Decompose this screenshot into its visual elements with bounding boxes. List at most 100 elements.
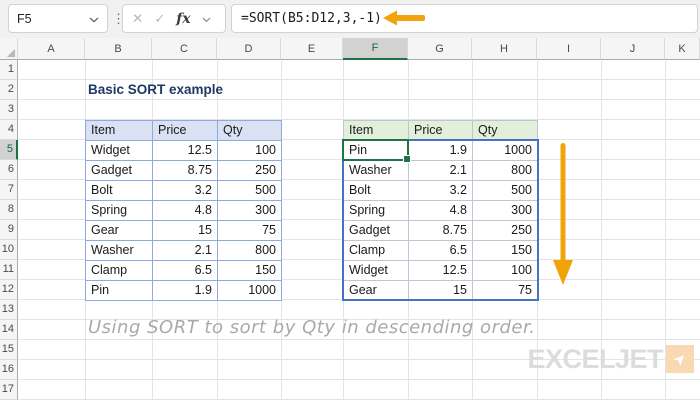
chevron-down-icon[interactable] [202, 10, 211, 28]
drag-handle-icon: ⋮ [112, 11, 125, 26]
row-header-10[interactable]: 10 [0, 240, 18, 260]
table-cell[interactable]: 4.8 [409, 201, 473, 221]
table-cell[interactable]: 75 [218, 221, 282, 241]
paper-plane-icon: ➤ [669, 348, 691, 370]
table-cell[interactable]: 2.1 [153, 241, 218, 261]
table-cell[interactable]: 1000 [473, 141, 538, 161]
column-header-d[interactable]: D [217, 38, 281, 60]
table-cell[interactable]: 500 [218, 181, 282, 201]
insert-function-icon[interactable]: fx [176, 11, 190, 27]
table-cell[interactable]: 12.5 [409, 261, 473, 281]
table-cell[interactable]: 250 [473, 221, 538, 241]
select-all-corner[interactable] [0, 38, 18, 60]
table-cell[interactable]: 8.75 [409, 221, 473, 241]
column-header-g[interactable]: G [408, 38, 472, 60]
table-cell[interactable]: Bolt [86, 181, 153, 201]
table-cell[interactable]: Widget [86, 141, 153, 161]
row-header-3[interactable]: 3 [0, 100, 18, 120]
table-cell[interactable]: 150 [473, 241, 538, 261]
worksheet-title[interactable]: Basic SORT example [88, 80, 223, 100]
table-cell[interactable]: 800 [218, 241, 282, 261]
column-header-f[interactable]: F [343, 38, 408, 60]
table-cell[interactable]: 100 [473, 261, 538, 281]
table-cell[interactable]: 500 [473, 181, 538, 201]
row-header-11[interactable]: 11 [0, 260, 18, 280]
column-header-e[interactable]: E [281, 38, 343, 60]
row-header-15[interactable]: 15 [0, 340, 18, 360]
table-cell[interactable]: 1.9 [409, 141, 473, 161]
active-cell-border[interactable] [342, 139, 411, 163]
table-cell[interactable]: 100 [218, 141, 282, 161]
column-header-j[interactable]: J [601, 38, 665, 60]
table-header-cell[interactable]: Price [409, 121, 473, 141]
column-header-k[interactable]: K [665, 38, 700, 60]
row-header-8[interactable]: 8 [0, 200, 18, 220]
row-header-1[interactable]: 1 [0, 60, 18, 80]
row-header-4[interactable]: 4 [0, 120, 18, 140]
table-cell[interactable]: Gadget [86, 161, 153, 181]
row-header-13[interactable]: 13 [0, 300, 18, 320]
column-header-h[interactable]: H [472, 38, 537, 60]
table-cell[interactable]: 300 [218, 201, 282, 221]
formula-text: =SORT(B5:D12,3,-1) [241, 11, 382, 26]
table-cell[interactable]: 6.5 [409, 241, 473, 261]
table-cell[interactable]: Clamp [86, 261, 153, 281]
row-header-2[interactable]: 2 [0, 80, 18, 100]
row-header-5[interactable]: 5 [0, 140, 18, 160]
table-cell[interactable]: 2.1 [409, 161, 473, 181]
formula-actions: ✕ ✓ fx [122, 4, 226, 33]
row-header-12[interactable]: 12 [0, 280, 18, 300]
column-header-b[interactable]: B [85, 38, 152, 60]
formula-input[interactable]: =SORT(B5:D12,3,-1) [231, 4, 698, 33]
column-header-c[interactable]: C [152, 38, 217, 60]
row-header-14[interactable]: 14 [0, 320, 18, 340]
table-cell[interactable]: 75 [473, 281, 538, 301]
table-header-cell[interactable]: Qty [473, 121, 538, 141]
table-cell[interactable]: 1000 [218, 281, 282, 301]
table-cell[interactable]: 300 [473, 201, 538, 221]
table-cell[interactable]: Bolt [344, 181, 409, 201]
table-cell[interactable]: Spring [86, 201, 153, 221]
row-header-16[interactable]: 16 [0, 360, 18, 380]
table-cell[interactable]: Gear [344, 281, 409, 301]
table-cell[interactable]: Washer [344, 161, 409, 181]
row-header-6[interactable]: 6 [0, 160, 18, 180]
table-cell[interactable]: 150 [218, 261, 282, 281]
table-cell[interactable]: 15 [409, 281, 473, 301]
table-cell[interactable]: Gear [86, 221, 153, 241]
table-cell[interactable]: Gadget [344, 221, 409, 241]
table-cell[interactable]: Spring [344, 201, 409, 221]
exceljet-logo: EXCELJET ➤ [527, 345, 694, 373]
column-header-i[interactable]: I [537, 38, 601, 60]
table-cell[interactable]: Washer [86, 241, 153, 261]
table-header-cell[interactable]: Item [344, 121, 409, 141]
column-headers: ABCDEFGHIJK [0, 38, 700, 60]
cancel-icon[interactable]: ✕ [132, 11, 143, 27]
row-header-7[interactable]: 7 [0, 180, 18, 200]
annotation-arrow-left-icon [383, 10, 425, 26]
name-box[interactable]: F5 [8, 4, 108, 33]
row-header-17[interactable]: 17 [0, 380, 18, 400]
source-table[interactable]: Item Price Qty Widget 12.5 100 Gadget 8.75 250 Bo… [85, 120, 282, 301]
table-cell[interactable]: 12.5 [153, 141, 218, 161]
table-cell[interactable]: 800 [473, 161, 538, 181]
column-header-a[interactable]: A [18, 38, 85, 60]
table-header-cell[interactable]: Qty [218, 121, 282, 141]
table-cell[interactable]: 3.2 [409, 181, 473, 201]
table-cell[interactable]: Clamp [344, 241, 409, 261]
table-cell[interactable]: Pin [86, 281, 153, 301]
table-cell[interactable]: 4.8 [153, 201, 218, 221]
table-cell[interactable]: Widget [344, 261, 409, 281]
row-header-9[interactable]: 9 [0, 220, 18, 240]
table-header-cell[interactable]: Price [153, 121, 218, 141]
table-header-cell[interactable]: Item [86, 121, 153, 141]
table-cell[interactable]: 3.2 [153, 181, 218, 201]
enter-icon[interactable]: ✓ [154, 11, 165, 27]
table-cell[interactable]: 6.5 [153, 261, 218, 281]
table-cell[interactable]: 250 [218, 161, 282, 181]
table-cell[interactable]: 15 [153, 221, 218, 241]
table-cell[interactable]: 8.75 [153, 161, 218, 181]
fill-handle[interactable] [403, 155, 411, 163]
table-cell[interactable]: 1.9 [153, 281, 218, 301]
chevron-down-icon[interactable] [89, 12, 99, 26]
